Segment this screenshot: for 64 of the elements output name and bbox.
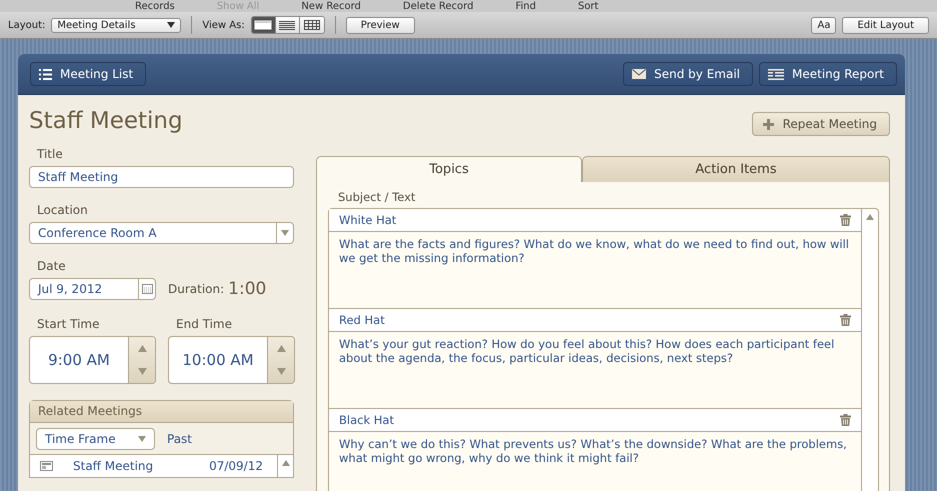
topic-text[interactable]: What are the facts and figures? What do we know, what do we need to find out, how will we get the missing information? (329, 232, 862, 308)
tab[interactable]: Topics (316, 156, 582, 182)
topic-subject[interactable]: Red Hat (339, 313, 840, 327)
field-label: Title (37, 147, 64, 161)
start-time-stepper[interactable]: 9:00 AM (29, 336, 156, 384)
calendar-icon (142, 284, 152, 294)
table-view-button[interactable] (300, 17, 324, 33)
repeat-meeting-button[interactable]: Repeat Meeting (752, 112, 890, 136)
down-arrow-icon (276, 368, 286, 375)
up-arrow-icon (282, 460, 290, 466)
layout-dropdown[interactable]: Meeting Details (51, 18, 182, 32)
record-icon (40, 461, 53, 471)
meeting-report-button[interactable]: Meeting Report (759, 62, 897, 86)
meeting-date: 07/09/12 (209, 459, 263, 473)
field-label: Date (37, 259, 67, 273)
menu-item[interactable]: Find (515, 1, 536, 12)
title-field[interactable]: Staff Meeting (29, 166, 294, 188)
scrollbar[interactable] (277, 455, 293, 477)
tab[interactable]: Action Items (582, 156, 890, 182)
send-email-button[interactable]: Send by Email (623, 62, 754, 86)
down-arrow-icon (138, 368, 146, 375)
record-heading: Staff Meeting (29, 108, 184, 134)
layout-label: Layout: (8, 20, 46, 30)
preview-button[interactable]: Preview (346, 16, 415, 34)
topic-subject[interactable]: Black Hat (339, 413, 840, 427)
meeting-list-button[interactable]: Meeting List (30, 62, 146, 86)
field-label: End Time (176, 317, 233, 331)
list-view-button[interactable] (276, 17, 300, 33)
edit-layout-button[interactable]: Edit Layout (842, 16, 929, 34)
meeting-name[interactable]: Staff Meeting (73, 459, 210, 473)
text-format-button[interactable]: Aa (811, 16, 836, 34)
end-time-stepper[interactable]: 10:00 AM (168, 336, 295, 384)
caret-icon (281, 230, 289, 236)
panel-title: Related Meetings (30, 401, 293, 423)
plus-icon (762, 118, 774, 130)
caret-icon (167, 22, 176, 28)
filter-value: Past (167, 432, 192, 446)
up-arrow-icon (138, 345, 146, 352)
duration-label: Duration: (168, 282, 224, 296)
date-field[interactable]: Jul 9, 2012 (29, 278, 156, 300)
trash-icon[interactable] (840, 214, 851, 226)
topic-subject[interactable]: White Hat (339, 213, 840, 227)
trash-icon[interactable] (840, 314, 851, 326)
up-arrow-icon (866, 214, 874, 220)
topic-text[interactable]: Why can’t we do this? What prevents us? What’s the downside? What are the problems, what might go wrong, why do we think it might fail? (329, 432, 862, 491)
view-as-label: View As: (202, 20, 245, 30)
report-icon (768, 68, 784, 80)
list-icon (39, 68, 52, 80)
field-label: Location (37, 203, 89, 217)
up-arrow-icon (276, 345, 286, 352)
menu-item[interactable]: Sort (578, 1, 598, 12)
column-header: Subject / Text (338, 190, 416, 204)
trash-icon[interactable] (840, 414, 851, 426)
menu-item[interactable]: Records (135, 1, 175, 12)
form-view-button[interactable] (252, 17, 276, 33)
envelope-icon (632, 69, 646, 79)
duration-value: 1:00 (228, 279, 266, 299)
menu-item[interactable]: Delete Record (402, 1, 474, 12)
topic-text[interactable]: What’s your gut reaction? How do you feel about this? How does each participant feel about the agenda, the focus, particular ideas, decisions, next steps? (329, 332, 862, 408)
menu-item[interactable]: New Record (301, 1, 361, 12)
field-label: Start Time (37, 317, 100, 331)
caret-icon (138, 436, 146, 442)
location-dropdown[interactable]: Conference Room A (29, 222, 294, 244)
time-frame-dropdown[interactable]: Time Frame (36, 428, 155, 450)
